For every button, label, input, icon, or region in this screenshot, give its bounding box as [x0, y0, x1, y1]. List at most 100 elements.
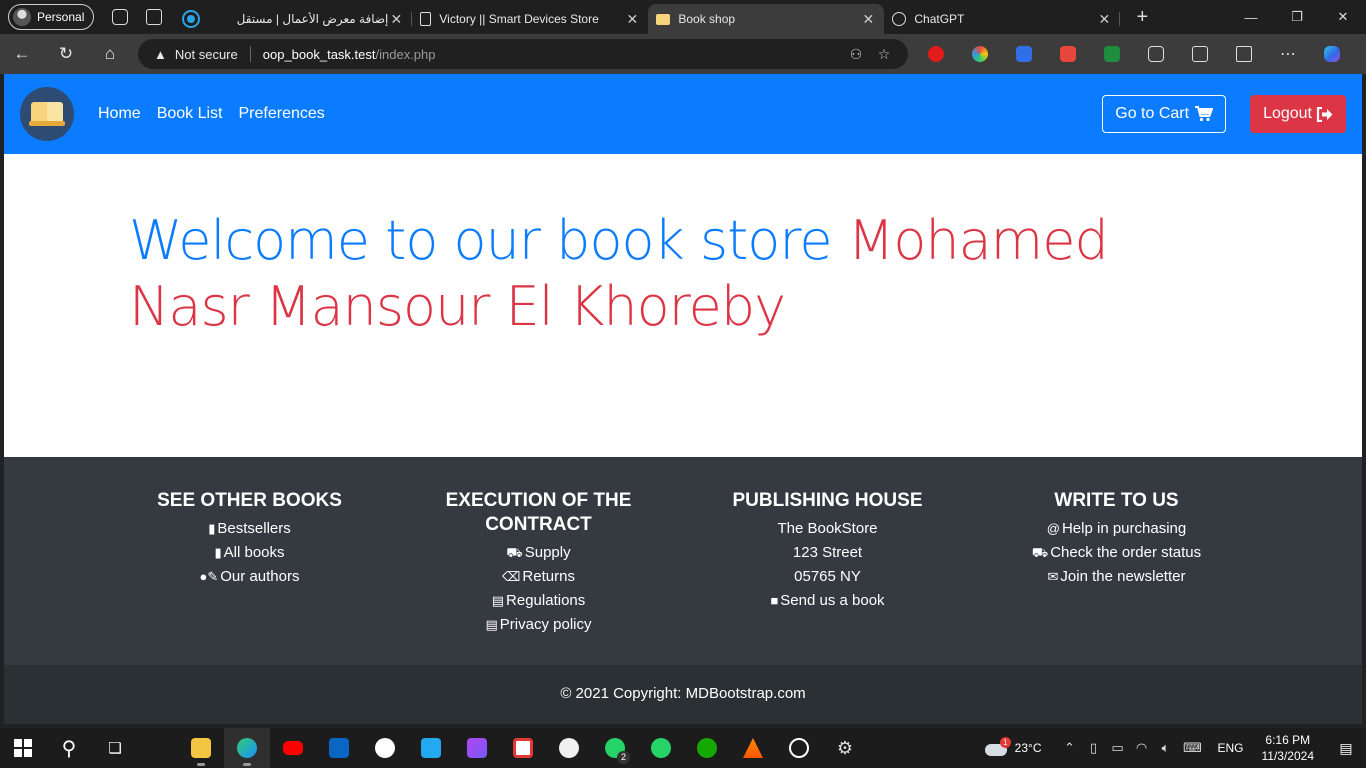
extension-green-icon[interactable] — [1090, 34, 1134, 74]
minimize-icon[interactable]: — — [1228, 0, 1274, 34]
task-view-icon[interactable]: ❏ — [92, 728, 138, 768]
user-edit-icon: ●✎ — [199, 569, 219, 584]
close-icon[interactable]: ✕ — [1096, 11, 1112, 28]
address-bar[interactable]: ▲ Not secure oop_book_task.test /index.p… — [138, 39, 908, 69]
security-label[interactable]: Not secure — [175, 47, 238, 62]
chevron-up-icon[interactable]: ⌃ — [1057, 740, 1081, 756]
sign-out-icon — [1316, 106, 1333, 122]
tab-chatgpt[interactable]: ChatGPT ✕ — [884, 4, 1121, 34]
tab-actions-icon[interactable] — [146, 9, 163, 25]
upwork-icon[interactable] — [684, 728, 730, 768]
close-window-icon[interactable]: ✕ — [1320, 0, 1366, 34]
github-icon[interactable] — [362, 728, 408, 768]
footer-link-regulations[interactable]: ▤ Regulations — [394, 589, 683, 613]
home-icon[interactable]: ⌂ — [88, 34, 132, 74]
footer-link-bestsellers[interactable]: ▮ Bestsellers — [105, 517, 394, 541]
footer-link-order-status[interactable]: ⛟ Check the order status — [972, 541, 1261, 565]
extension-shield-icon[interactable] — [1046, 34, 1090, 74]
backspace-icon: ⌫ — [502, 569, 521, 584]
volume-icon[interactable]: 🔈︎ — [1153, 740, 1177, 756]
footer-link-newsletter[interactable]: ✉ Join the newsletter — [972, 565, 1261, 589]
book-icon: ▮ — [214, 545, 222, 560]
more-options-icon[interactable]: ⋯ — [1266, 34, 1310, 74]
nav-actions: Go to Cart Logout — [1102, 95, 1346, 133]
vscode-icon[interactable] — [408, 728, 454, 768]
weather-cloud-icon: 1 — [984, 737, 1011, 756]
workspaces-icon[interactable] — [112, 9, 129, 25]
file-explorer-icon[interactable] — [178, 728, 224, 768]
whatsapp-business-icon[interactable]: 2 — [592, 728, 638, 768]
extensions-puzzle-icon[interactable] — [1134, 34, 1178, 74]
media-player-icon[interactable] — [776, 728, 822, 768]
linkedin-icon[interactable] — [316, 728, 362, 768]
phpstorm-icon[interactable] — [454, 728, 500, 768]
app-h-icon[interactable] — [500, 728, 546, 768]
wifi-icon[interactable]: ◠ — [1129, 740, 1153, 756]
nav-link-book-list[interactable]: Book List — [157, 105, 223, 123]
close-icon[interactable]: ✕ — [388, 11, 404, 28]
nav-link-preferences[interactable]: Preferences — [239, 105, 325, 123]
notifications-icon[interactable]: ▤ — [1326, 740, 1366, 757]
favorite-star-icon[interactable]: ☆ — [870, 46, 898, 63]
nav-links: Home Book List Preferences — [98, 105, 325, 123]
close-icon[interactable]: ✕ — [860, 11, 876, 28]
whatsapp-icon[interactable] — [638, 728, 684, 768]
footer-link-all-books[interactable]: ▮ All books — [105, 541, 394, 565]
divider — [249, 46, 251, 62]
vlc-icon[interactable] — [730, 728, 776, 768]
truck-icon: ⛟ — [1031, 545, 1049, 560]
footer-link-our-authors[interactable]: ●✎ Our authors — [105, 565, 394, 589]
split-screen-icon[interactable] — [1178, 34, 1222, 74]
tab-victory[interactable]: Victory || Smart Devices Store ✕ — [412, 4, 648, 34]
footer-link-returns[interactable]: ⌫ Returns — [394, 565, 683, 589]
tab-mostaql[interactable]: إضافة معرض الأعمال | مستقل ✕ — [176, 4, 413, 34]
start-windows-icon[interactable] — [0, 728, 46, 768]
settings-gear-icon[interactable]: ⚙ — [822, 728, 868, 768]
nav-link-home[interactable]: Home — [98, 105, 141, 123]
weather-widget[interactable]: 1 23°C — [984, 737, 1041, 756]
mostaql-favicon-icon — [184, 12, 199, 26]
truck-icon: ⛟ — [506, 545, 523, 560]
footer-link-supply[interactable]: ⛟ Supply — [394, 541, 683, 565]
publisher-city: 05765 NY — [794, 568, 861, 585]
logout-button[interactable]: Logout — [1250, 95, 1346, 133]
usb-icon[interactable]: ▯ — [1081, 740, 1105, 756]
extension-adblock-icon[interactable] — [914, 34, 958, 74]
extension-search-icon[interactable] — [1002, 34, 1046, 74]
favorites-icon[interactable] — [1222, 34, 1266, 74]
keyboard-icon[interactable]: ⌨ — [1177, 740, 1207, 756]
footer-link-help-purchasing[interactable]: @ Help in purchasing — [972, 517, 1261, 541]
footer-column-title: Write to us — [1054, 490, 1179, 511]
close-icon[interactable]: ✕ — [624, 11, 640, 28]
url-path: /index.php — [375, 46, 436, 62]
copilot-icon[interactable] — [1310, 34, 1354, 74]
reload-icon[interactable]: ↻ — [44, 34, 88, 74]
footer-link-send-book[interactable]: ■ Send us a book — [683, 589, 972, 613]
app-pet-icon[interactable] — [546, 728, 592, 768]
go-to-cart-button[interactable]: Go to Cart — [1102, 95, 1227, 133]
warning-icon[interactable]: ▲ — [154, 47, 167, 62]
edge-browser-icon[interactable] — [224, 728, 270, 768]
restore-icon[interactable]: ❐ — [1274, 0, 1320, 34]
search-icon[interactable]: ⚲ — [46, 728, 92, 768]
site-logo[interactable] — [20, 87, 74, 141]
clock[interactable]: 6:16 PM 11/3/2024 — [1262, 732, 1315, 764]
profile-button[interactable]: Personal — [8, 4, 95, 30]
logout-label: Logout — [1263, 105, 1312, 122]
profile-sync-icon[interactable]: ⚇ — [842, 46, 870, 63]
battery-icon[interactable]: ▭ — [1105, 740, 1129, 756]
new-tab-icon[interactable]: + — [1130, 6, 1154, 29]
windows-taskbar: ⚲ ❏ 2 ⚙ 1 23°C ⌃ ▯ ▭ ◠ 🔈︎ ⌨ ENG 6:16 PM … — [0, 728, 1366, 768]
page-viewport: Home Book List Preferences Go to Cart Lo… — [4, 74, 1362, 724]
notification-badge: 2 — [617, 751, 630, 764]
language-indicator[interactable]: ENG — [1217, 741, 1243, 755]
footer-column-contract: Execution of the contract ⛟ Supply ⌫ Retur… — [394, 489, 683, 665]
youtube-icon[interactable] — [270, 728, 316, 768]
back-icon[interactable]: ← — [0, 34, 44, 74]
extension-colorful-icon[interactable] — [958, 34, 1002, 74]
time: 6:16 PM — [1265, 733, 1311, 747]
footer-link-privacy-policy[interactable]: ▤ Privacy policy — [394, 613, 683, 637]
tab-book-shop[interactable]: Book shop ✕ — [648, 4, 885, 34]
tab-title: Book shop — [678, 12, 736, 26]
copyright-text: © 2021 Copyright: MDBootstrap.com — [560, 685, 806, 702]
